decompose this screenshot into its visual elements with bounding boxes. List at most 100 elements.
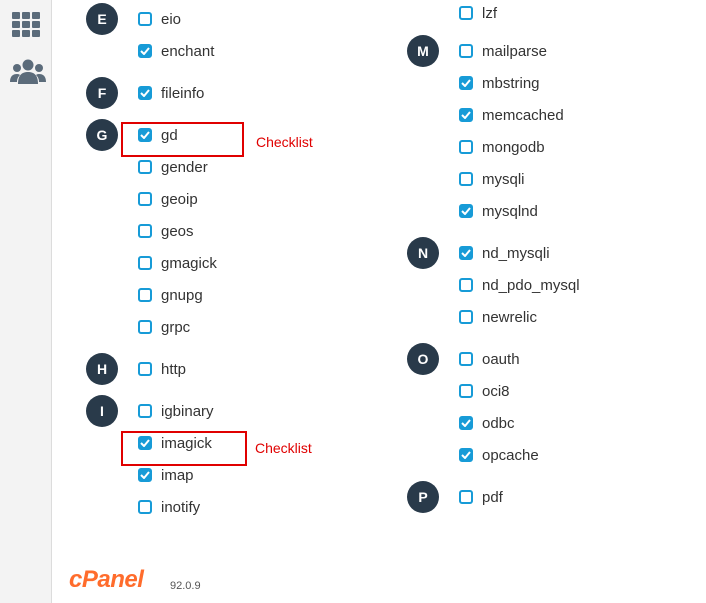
extension-item[interactable]: gender	[138, 155, 208, 179]
extension-label: pdf	[482, 488, 503, 506]
grid-icon[interactable]	[10, 10, 42, 38]
extension-item[interactable]: opcache	[459, 443, 539, 467]
extension-checkbox[interactable]	[459, 416, 473, 430]
extension-label: newrelic	[482, 308, 538, 326]
letter-badge: N	[407, 237, 439, 269]
cpanel-logo: cPanel	[69, 566, 144, 593]
extension-checkbox[interactable]	[459, 490, 473, 504]
extension-item[interactable]: eio	[138, 7, 181, 31]
extension-checkbox[interactable]	[138, 160, 152, 174]
extension-item[interactable]: enchant	[138, 39, 214, 63]
extension-item[interactable]: inotify	[138, 495, 200, 519]
extension-label: memcached	[482, 106, 564, 124]
extension-checkbox[interactable]	[459, 448, 473, 462]
extension-label: oauth	[482, 350, 520, 368]
letter-badge: F	[86, 77, 118, 109]
extension-label: grpc	[161, 318, 191, 336]
extension-checkbox[interactable]	[459, 384, 473, 398]
extension-label: mysqli	[482, 170, 525, 188]
extension-label: odbc	[482, 414, 515, 432]
extension-item[interactable]: imap	[138, 463, 194, 487]
extension-checkbox[interactable]	[459, 352, 473, 366]
extension-item[interactable]: odbc	[459, 411, 515, 435]
extension-checkbox[interactable]	[459, 76, 473, 90]
extension-label: geos	[161, 222, 194, 240]
letter-badge: O	[407, 343, 439, 375]
extension-checkbox[interactable]	[138, 468, 152, 482]
extension-item[interactable]: nd_pdo_mysql	[459, 273, 580, 297]
extension-checkbox[interactable]	[138, 320, 152, 334]
extension-checkbox[interactable]	[138, 256, 152, 270]
letter-badge: P	[407, 481, 439, 513]
extension-item[interactable]: mongodb	[459, 135, 545, 159]
extension-checkbox[interactable]	[138, 404, 152, 418]
extension-label: enchant	[161, 42, 215, 60]
extension-checkbox[interactable]	[138, 192, 152, 206]
extension-checkbox[interactable]	[459, 204, 473, 218]
extension-checkbox[interactable]	[138, 12, 152, 26]
extension-checkbox[interactable]	[459, 108, 473, 122]
highlight-box	[121, 122, 244, 157]
extension-checkbox[interactable]	[459, 278, 473, 292]
extension-checkbox[interactable]	[459, 310, 473, 324]
extension-checkbox[interactable]	[459, 172, 473, 186]
extension-checkbox[interactable]	[138, 86, 152, 100]
users-icon[interactable]	[10, 58, 46, 86]
extension-item[interactable]: fileinfo	[138, 81, 204, 105]
extension-item[interactable]: memcached	[459, 103, 564, 127]
extension-item[interactable]: geos	[138, 219, 194, 243]
extension-label: igbinary	[161, 402, 214, 420]
extension-item[interactable]: newrelic	[459, 305, 537, 329]
extension-item[interactable]: oauth	[459, 347, 520, 371]
extension-item[interactable]: gmagick	[138, 251, 217, 275]
extension-label: http	[161, 360, 187, 378]
extension-label: mongodb	[482, 138, 545, 156]
extension-label: oci8	[482, 382, 510, 400]
extension-item[interactable]: gnupg	[138, 283, 203, 307]
extension-label: fileinfo	[161, 84, 205, 102]
annotation-label: Checklist	[256, 134, 313, 150]
extension-label: inotify	[161, 498, 201, 516]
extension-checkbox[interactable]	[138, 288, 152, 302]
extension-item[interactable]: http	[138, 357, 186, 381]
extension-checkbox[interactable]	[138, 44, 152, 58]
extension-checkbox[interactable]	[138, 500, 152, 514]
extension-item[interactable]: mysqli	[459, 167, 525, 191]
extension-label: opcache	[482, 446, 539, 464]
letter-badge: I	[86, 395, 118, 427]
extension-label: mysqlnd	[482, 202, 538, 220]
annotation-label: Checklist	[255, 440, 312, 456]
extension-label: nd_mysqli	[482, 244, 550, 262]
extension-label: gender	[161, 158, 208, 176]
extension-item[interactable]: geoip	[138, 187, 198, 211]
extension-checkbox[interactable]	[459, 246, 473, 260]
extension-item[interactable]: lzf	[459, 1, 497, 25]
extension-checkbox[interactable]	[459, 140, 473, 154]
letter-badge: M	[407, 35, 439, 67]
letter-badge: E	[86, 3, 118, 35]
sidebar	[0, 0, 52, 603]
extension-checkbox[interactable]	[138, 362, 152, 376]
extension-checkbox[interactable]	[459, 6, 473, 20]
extension-item[interactable]: igbinary	[138, 399, 214, 423]
letter-badge: H	[86, 353, 118, 385]
extension-label: gmagick	[161, 254, 217, 272]
extension-label: lzf	[482, 4, 497, 22]
extension-checkbox[interactable]	[459, 44, 473, 58]
extension-item[interactable]: pdf	[459, 485, 503, 509]
extension-label: nd_pdo_mysql	[482, 276, 580, 294]
highlight-box	[121, 431, 247, 466]
extension-item[interactable]: mysqlnd	[459, 199, 538, 223]
extension-item[interactable]: nd_mysqli	[459, 241, 550, 265]
extension-checkbox[interactable]	[138, 224, 152, 238]
extension-label: gnupg	[161, 286, 203, 304]
extension-item[interactable]: grpc	[138, 315, 190, 339]
extension-label: eio	[161, 10, 182, 28]
extension-item[interactable]: oci8	[459, 379, 510, 403]
extension-label: mbstring	[482, 74, 540, 92]
extension-label: imap	[161, 466, 194, 484]
version-label: 92.0.9	[170, 580, 201, 592]
extension-label: geoip	[161, 190, 198, 208]
extension-item[interactable]: mbstring	[459, 71, 540, 95]
extension-item[interactable]: mailparse	[459, 39, 547, 63]
